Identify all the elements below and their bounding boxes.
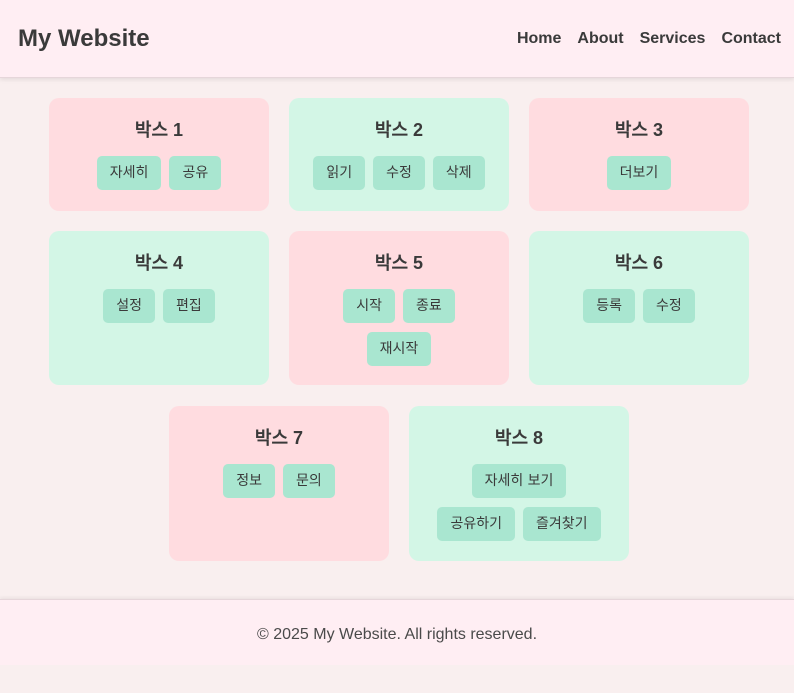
nav-contact-link[interactable]: Contact	[721, 29, 781, 49]
box-6: 박스 6 등록 수정	[529, 231, 749, 385]
box-actions: 정보 문의	[169, 464, 389, 498]
box-title: 박스 8	[494, 428, 544, 448]
read-button[interactable]: 읽기	[313, 156, 366, 190]
register-button[interactable]: 등록	[583, 289, 635, 323]
site-header: My Website Home About Services Contact	[0, 0, 794, 78]
box-actions: 자세히 공유	[49, 156, 269, 190]
nav-home-link[interactable]: Home	[517, 29, 561, 49]
edit-button[interactable]: 수정	[373, 156, 425, 190]
inquiry-button[interactable]: 문의	[283, 464, 335, 498]
delete-button[interactable]: 삭제	[432, 156, 485, 190]
share-button[interactable]: 공유	[169, 156, 222, 190]
nav-services-link[interactable]: Services	[640, 29, 706, 49]
box-actions: 읽기 수정 삭제	[289, 156, 509, 190]
box-title: 박스 1	[134, 120, 184, 140]
box-4: 박스 4 설정 편집	[49, 231, 269, 385]
box-title: 박스 5	[374, 253, 424, 273]
box-title: 박스 2	[374, 120, 424, 140]
edit-button[interactable]: 편집	[163, 289, 215, 323]
box-actions: 시작 종료 재시작	[289, 289, 509, 366]
settings-button[interactable]: 설정	[103, 289, 155, 323]
box-5: 박스 5 시작 종료 재시작	[289, 231, 509, 385]
main-nav: Home About Services Contact	[517, 29, 781, 49]
box-actions: 더보기	[529, 156, 749, 190]
box-title: 박스 7	[254, 428, 304, 448]
nav-about-link[interactable]: About	[577, 29, 623, 49]
favorite-button[interactable]: 즐겨찾기	[523, 507, 601, 541]
stop-button[interactable]: 종료	[403, 289, 455, 323]
box-7: 박스 7 정보 문의	[169, 406, 389, 561]
box-1: 박스 1 자세히 공유	[49, 98, 269, 211]
box-8: 박스 8 자세히 보기 공유하기 즐겨찾기	[409, 406, 629, 561]
details-button[interactable]: 자세히	[96, 156, 162, 190]
box-actions: 등록 수정	[529, 289, 749, 323]
box-title: 박스 6	[614, 253, 664, 273]
box-grid: 박스 1 자세히 공유 박스 2 읽기 수정 삭제 박스 3 더보기 박스 4 …	[0, 78, 794, 599]
more-button[interactable]: 더보기	[606, 156, 672, 190]
box-actions: 자세히 보기 공유하기 즐겨찾기	[409, 464, 629, 541]
box-actions: 설정 편집	[49, 289, 269, 323]
box-3: 박스 3 더보기	[529, 98, 749, 211]
box-title: 박스 4	[134, 253, 184, 273]
copyright-text: © 2025 My Website. All rights reserved.	[256, 626, 538, 643]
edit-button[interactable]: 수정	[643, 289, 695, 323]
view-details-button[interactable]: 자세히 보기	[471, 464, 567, 498]
info-button[interactable]: 정보	[223, 464, 275, 498]
box-title: 박스 3	[614, 120, 664, 140]
start-button[interactable]: 시작	[343, 289, 395, 323]
restart-button[interactable]: 재시작	[366, 332, 432, 366]
box-2: 박스 2 읽기 수정 삭제	[289, 98, 509, 211]
share-button[interactable]: 공유하기	[437, 507, 515, 541]
site-footer: © 2025 My Website. All rights reserved.	[0, 599, 794, 665]
site-title[interactable]: My Website	[18, 25, 150, 53]
